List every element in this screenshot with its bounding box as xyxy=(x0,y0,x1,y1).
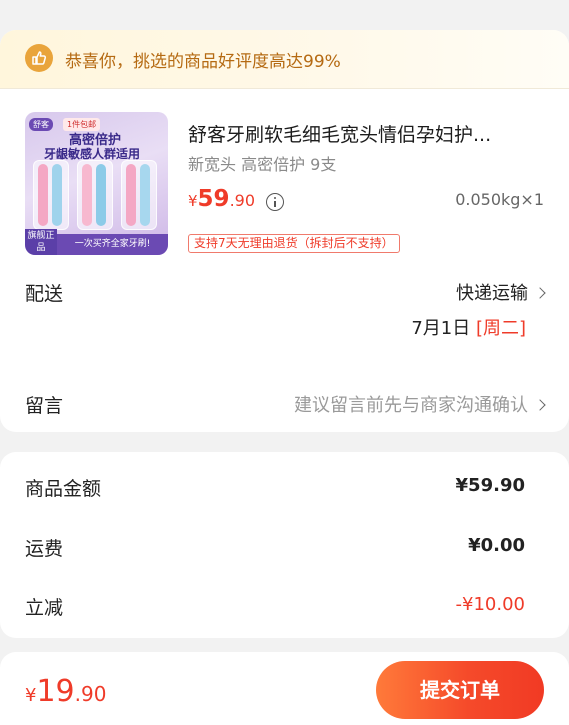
praise-text: 恭喜你，挑选的商品好评度高达99% xyxy=(65,52,341,72)
product-quantity: 0.050kg×1 xyxy=(455,190,544,209)
shipping-fee-value: ¥0.00 xyxy=(468,535,525,556)
brand-logo: 舒客 xyxy=(29,118,53,131)
image-slogan: 一次买齐全家牙刷! xyxy=(57,234,168,255)
message-label: 留言 xyxy=(25,395,64,417)
goods-amount-value: ¥59.90 xyxy=(455,475,525,496)
delivery-weekday: [周二] xyxy=(475,318,526,339)
product-spec: 新宽头 高密倍护 9支 xyxy=(188,155,337,174)
return-policy-badge: 支持7天无理由退货（拆封后不支持） xyxy=(188,234,400,253)
divider xyxy=(0,88,569,89)
product-title[interactable]: 舒客牙刷软毛细毛宽头情侣孕妇护... xyxy=(188,120,548,147)
discount-label: 立减 xyxy=(25,597,64,619)
praise-banner: 恭喜你，挑选的商品好评度高达99% xyxy=(0,30,569,88)
total-integer: 19 xyxy=(36,674,75,709)
message-placeholder: 建议留言前先与商家沟通确认 xyxy=(294,395,528,416)
total-symbol: ¥ xyxy=(25,685,37,706)
toothbrush xyxy=(38,164,48,226)
delivery-method[interactable]: 快递运输 xyxy=(456,279,546,305)
delivery-label: 配送 xyxy=(25,283,64,305)
price-symbol: ¥ xyxy=(188,192,198,210)
toothbrush xyxy=(126,164,136,226)
submit-order-button[interactable]: 提交订单 xyxy=(376,661,544,719)
chevron-right-icon xyxy=(534,287,546,299)
delivery-date-text: 7月1日 xyxy=(411,318,471,339)
toothbrush xyxy=(82,164,92,226)
delivery-date: 7月1日 [周二] xyxy=(411,314,526,340)
info-icon[interactable] xyxy=(266,193,284,211)
checkout-bar: ¥19.90 提交订单 xyxy=(0,652,569,725)
shipping-fee-label: 运费 xyxy=(25,538,64,560)
flagship-badge: 旗舰正品 xyxy=(25,229,57,255)
goods-amount-label: 商品金额 xyxy=(25,478,102,500)
toothbrush xyxy=(96,164,106,226)
delivery-method-text: 快递运输 xyxy=(456,283,528,304)
price-integer: 59 xyxy=(197,186,230,212)
total-price: ¥19.90 xyxy=(25,674,106,709)
discount-value: -¥10.00 xyxy=(455,594,525,615)
price-decimal: .90 xyxy=(229,191,256,210)
toothbrush xyxy=(52,164,62,226)
message-input[interactable]: 建议留言前先与商家沟通确认 xyxy=(294,391,546,417)
product-price: ¥59.90 xyxy=(188,186,255,212)
chevron-right-icon xyxy=(534,399,546,411)
fee-summary-card: 商品金额 ¥59.90 运费 ¥0.00 立减 -¥10.00 xyxy=(0,452,569,638)
product-image[interactable]: 舒客 1件包邮 高密倍护 牙龈敏感人群适用 旗舰正品 一次买齐全家牙刷! xyxy=(25,112,168,255)
thumbs-up-icon xyxy=(25,44,53,72)
total-decimal: .90 xyxy=(74,682,107,706)
toothbrush xyxy=(140,164,150,226)
order-card: 恭喜你，挑选的商品好评度高达99% 舒客 1件包邮 高密倍护 牙龈敏感人群适用 … xyxy=(0,30,569,432)
